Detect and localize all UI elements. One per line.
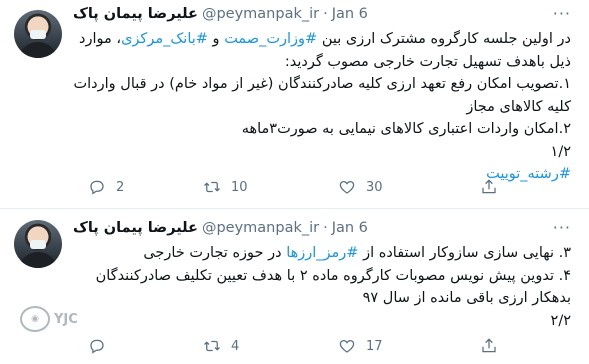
tweet-1[interactable]: علیرضا پیمان پاک @peymanpak_ir · Jan 6 ·… <box>0 0 589 209</box>
tweet-header: علیرضا پیمان پاک @peymanpak_ir · Jan 6 <box>73 218 368 238</box>
heart-icon <box>339 339 355 353</box>
share-icon <box>482 179 496 194</box>
tweet-text-segment: در حوزه تجارت خارجی <box>143 245 287 261</box>
watermark-text: YJC <box>54 311 78 327</box>
tweet-text-segment: ۱/۲ <box>550 143 571 160</box>
hashtag-link[interactable]: #وزارت_صمت <box>224 31 317 47</box>
tweet-text-segment: در اولین جلسه کارگروه مشترک ارزی بین <box>317 31 571 47</box>
tweet-text-segment: و <box>207 31 225 47</box>
tweet-text-line: کلیه کالاهای مجاز <box>73 96 571 119</box>
tweet-text-segment: ۴. تدوین پیش نویس مصوبات کارگروه ماده ۲ … <box>95 267 571 284</box>
tweet-header: علیرضا پیمان پاک @peymanpak_ir · Jan 6 <box>73 4 368 24</box>
separator-dot: · <box>323 6 328 22</box>
tweet-text-line: ذیل باهدف تسهیل تجارت خارجی مصوب گردید: <box>73 51 571 74</box>
tweet-text-segment: ۳. نهایی سازی سازوکار استفاده از <box>358 245 571 261</box>
hashtag-link[interactable]: #بانک_مرکزی <box>121 31 208 47</box>
tweet-date[interactable]: Jan 6 <box>332 220 368 236</box>
tweet-actions: 2 10 30 <box>88 178 518 198</box>
tweet-text-segment: کلیه کالاهای مجاز <box>466 98 571 115</box>
user-handle[interactable]: @peymanpak_ir <box>202 6 319 22</box>
tweet-text-line: ۱.تصویب امکان رفع تعهد ارزی کلیه صادرکنن… <box>73 73 572 96</box>
retweet-button[interactable]: 4 <box>203 337 239 355</box>
tweet-text-line: ۴. تدوین پیش نویس مصوبات کارگروه ماده ۲ … <box>73 265 571 288</box>
tweet-text-line: ۳. نهایی سازی سازوکار استفاده از #رمز_ار… <box>73 242 571 265</box>
tweet-text-segment: بدهکار ارزی باقی مانده از سال ۹۷ <box>362 290 571 306</box>
share-button[interactable] <box>480 178 498 196</box>
yjc-logo-icon: ◉ <box>20 306 50 332</box>
tweet-text-segment: ذیل باهدف تسهیل تجارت خارجی مصوب گردید: <box>284 53 571 70</box>
display-name[interactable]: علیرضا پیمان پاک <box>73 220 198 236</box>
tweet-text-segment: ، موارد <box>79 31 122 47</box>
tweet-2[interactable]: علیرضا پیمان پاک @peymanpak_ir · Jan 6 ·… <box>0 209 589 364</box>
retweet-icon <box>204 340 220 352</box>
more-options-icon[interactable]: ··· <box>553 4 571 23</box>
retweet-count: 10 <box>231 179 248 195</box>
hashtag-link[interactable]: #رمز_ارزها <box>286 245 358 261</box>
reply-button[interactable]: 2 <box>88 178 124 196</box>
avatar[interactable] <box>14 220 62 268</box>
display-name[interactable]: علیرضا پیمان پاک <box>73 6 198 22</box>
tweet-text-line: ۲.امکان واردات اعتباری کالاهای نیمایی به… <box>73 118 571 141</box>
heart-icon <box>339 180 355 194</box>
retweet-icon <box>204 181 220 193</box>
tweet-text-segment: ۲.امکان واردات اعتباری کالاهای نیمایی به… <box>241 121 571 137</box>
tweet-text-line: در اولین جلسه کارگروه مشترک ارزی بین #وز… <box>73 28 571 51</box>
like-button[interactable]: 17 <box>338 337 383 355</box>
tweet-actions: 4 17 <box>88 337 518 357</box>
tweet-text: در اولین جلسه کارگروه مشترک ارزی بین #وز… <box>73 28 572 186</box>
like-count: 17 <box>366 338 383 354</box>
tweet-text: ۳. نهایی سازی سازوکار استفاده از #رمز_ار… <box>73 242 571 332</box>
user-handle[interactable]: @peymanpak_ir <box>202 220 319 236</box>
tweet-text-segment: ۲/۲ <box>550 312 571 329</box>
more-options-icon[interactable]: ··· <box>553 218 571 237</box>
reply-icon <box>90 339 104 354</box>
watermark-logo: ◉ YJC <box>20 306 78 332</box>
like-count: 30 <box>366 179 383 195</box>
separator-dot: · <box>323 220 328 236</box>
avatar[interactable] <box>14 10 62 58</box>
reply-button[interactable] <box>88 337 116 355</box>
share-button[interactable] <box>480 337 498 355</box>
like-button[interactable]: 30 <box>338 178 383 196</box>
retweet-button[interactable]: 10 <box>203 178 248 196</box>
tweet-date[interactable]: Jan 6 <box>332 6 368 22</box>
reply-icon <box>90 180 104 195</box>
tweet-text-line: ۲/۲ <box>73 310 571 333</box>
tweet-text-segment: ۱.تصویب امکان رفع تعهد ارزی کلیه صادرکنن… <box>73 76 572 92</box>
share-icon <box>482 338 496 353</box>
tweet-text-line: ۱/۲ <box>73 141 571 164</box>
reply-count: 2 <box>116 179 125 195</box>
retweet-count: 4 <box>231 338 240 354</box>
tweet-text-line: بدهکار ارزی باقی مانده از سال ۹۷ <box>73 287 571 310</box>
